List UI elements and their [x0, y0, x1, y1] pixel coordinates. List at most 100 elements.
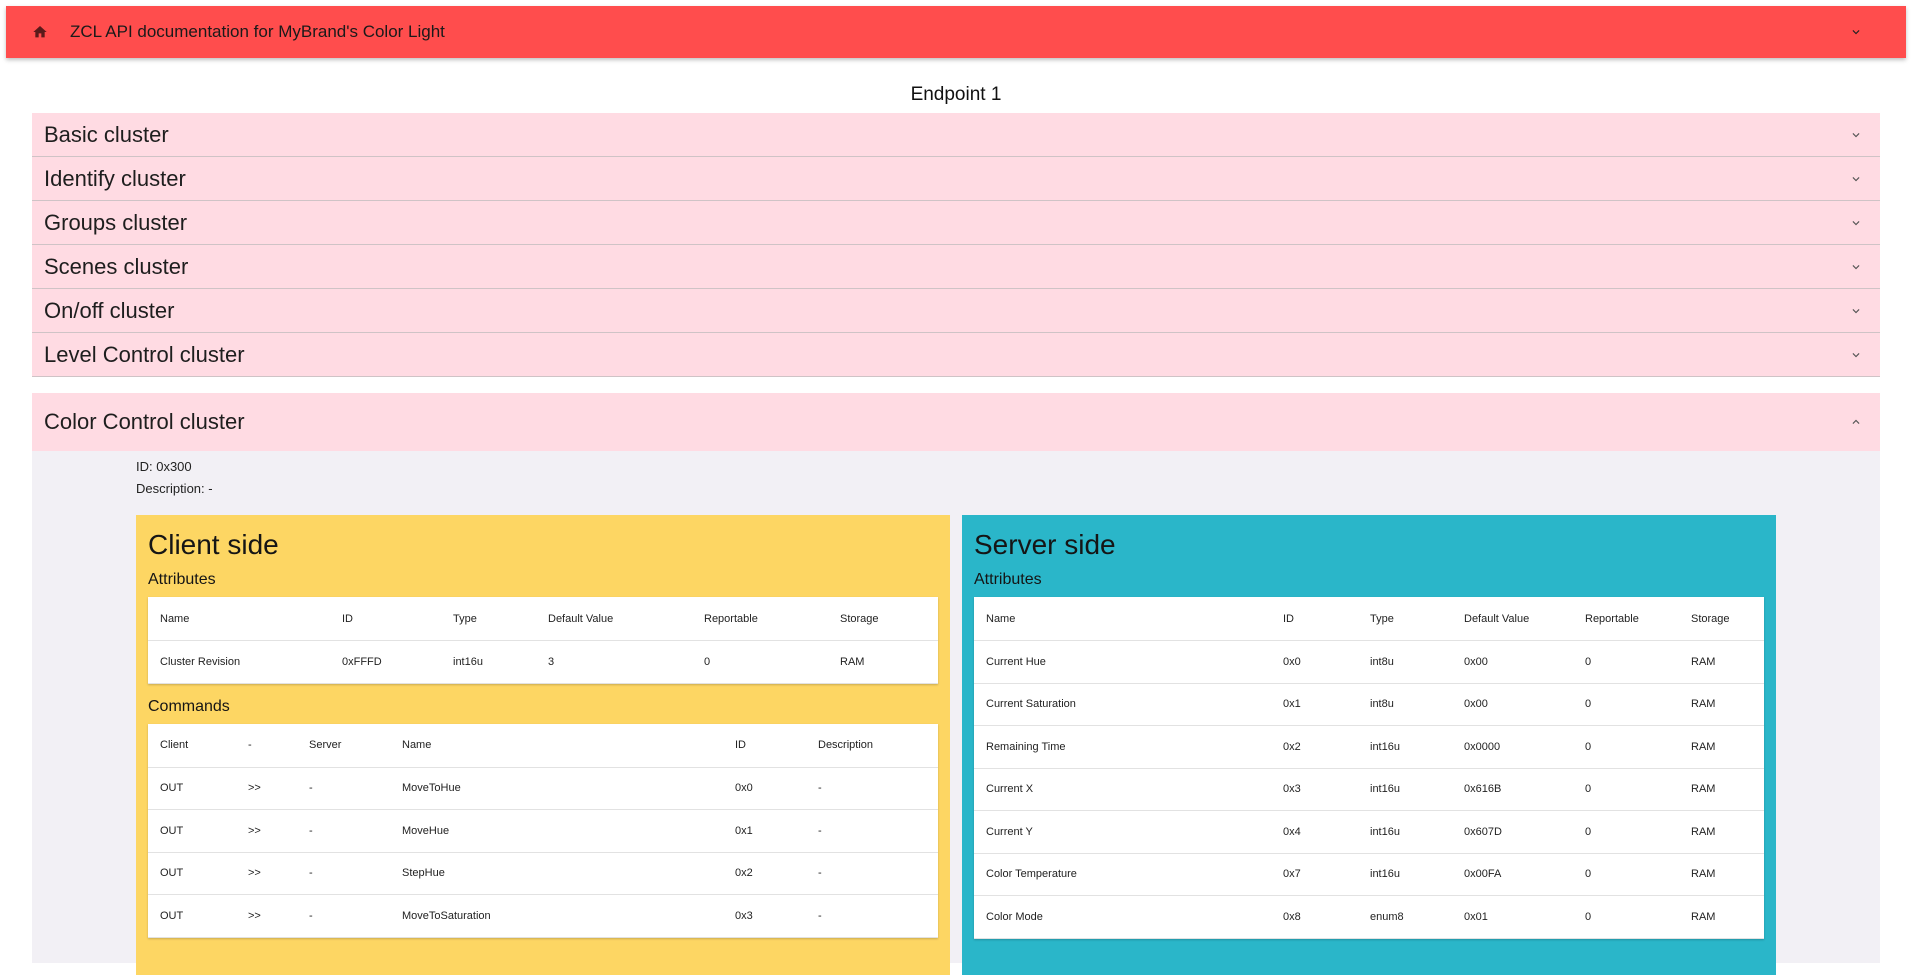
app-bar: ZCL API documentation for MyBrand's Colo… [6, 6, 1906, 58]
cluster-id: ID: 0x300 [136, 459, 192, 474]
chevron-up-icon [1846, 412, 1866, 432]
cell-storage: RAM [1691, 740, 1716, 753]
cell-storage: RAM [1691, 910, 1716, 923]
server-attributes-table: Name ID Type Default Value Reportable St… [974, 597, 1764, 939]
column-header: Server [309, 739, 342, 751]
cell-id: 0xFFFD [342, 655, 382, 668]
cell-type: int16u [1370, 783, 1400, 796]
cell-name: Color Mode [986, 910, 1043, 923]
server-side-card: Server side Attributes Name ID Type Defa… [962, 515, 1776, 975]
cell-default: 0x01 [1464, 910, 1488, 923]
home-icon[interactable] [28, 20, 52, 44]
cell-default: 0x616B [1464, 783, 1502, 796]
chevron-down-icon [1846, 213, 1866, 233]
cluster-identify[interactable]: Identify cluster [32, 157, 1880, 201]
cell-storage: RAM [1691, 825, 1716, 838]
column-header: Storage [1691, 612, 1730, 625]
table-row: OUT >> - MoveToHue 0x0 - [148, 768, 938, 810]
chevron-down-icon [1846, 345, 1866, 365]
client-commands-label: Commands [148, 697, 230, 715]
cell-reportable: 0 [704, 655, 711, 668]
cluster-level-control[interactable]: Level Control cluster [32, 333, 1880, 377]
table-row: Current Saturation 0x1 int8u 0x00 0 RAM [974, 684, 1764, 726]
cell-storage: RAM [1691, 655, 1716, 668]
cell-client: OUT [160, 782, 184, 795]
column-header: Storage [840, 612, 879, 625]
cell-type: int16u [1370, 868, 1400, 881]
column-header: Client [160, 739, 189, 751]
cluster-color-control[interactable]: Color Control cluster [32, 393, 1880, 451]
table-row: Current X 0x3 int16u 0x616B 0 RAM [974, 769, 1764, 811]
cell-name: MoveToHue [402, 782, 461, 795]
cell-type: int16u [453, 655, 483, 668]
column-header: Reportable [704, 612, 758, 625]
cell-reportable: 0 [1585, 783, 1592, 796]
cell-description: - [818, 824, 822, 837]
cell-reportable: 0 [1585, 825, 1592, 838]
cluster-basic[interactable]: Basic cluster [32, 113, 1880, 157]
cell-id: 0x7 [1283, 868, 1301, 881]
cell-description: - [818, 909, 822, 922]
cell-id: 0x3 [735, 909, 753, 922]
server-side-title: Server side [974, 529, 1116, 560]
cluster-scenes[interactable]: Scenes cluster [32, 245, 1880, 289]
table-header-row: Client - Server Name ID Description [148, 724, 938, 768]
table-header-row: Name ID Type Default Value Reportable St… [148, 597, 938, 641]
cell-name: MoveToSaturation [402, 909, 491, 922]
cell-reportable: 0 [1585, 655, 1592, 668]
cell-direction: >> [248, 909, 261, 922]
cell-description: - [818, 782, 822, 795]
chevron-down-icon [1846, 169, 1866, 189]
cell-server: - [309, 909, 313, 922]
table-header-row: Name ID Type Default Value Reportable St… [974, 597, 1764, 641]
cell-id: 0x1 [735, 824, 753, 837]
chevron-down-icon[interactable] [1846, 22, 1866, 42]
cluster-color-control-panel: Color Control cluster ID: 0x300 Descript… [32, 393, 1880, 975]
cell-id: 0x1 [1283, 698, 1301, 711]
column-header: Name [986, 612, 1016, 625]
cluster-groups[interactable]: Groups cluster [32, 201, 1880, 245]
cell-default: 0x00 [1464, 655, 1488, 668]
cell-name: Current Hue [986, 655, 1046, 668]
cluster-name: Scenes cluster [44, 253, 189, 279]
cell-name: Cluster Revision [160, 655, 241, 668]
column-header: ID [735, 739, 746, 751]
table-row: OUT >> - MoveHue 0x1 - [148, 810, 938, 853]
cell-name: Current Saturation [986, 698, 1076, 711]
chevron-down-icon [1846, 125, 1866, 145]
table-row: OUT >> - StepHue 0x2 - [148, 853, 938, 895]
cell-storage: RAM [840, 655, 865, 668]
cluster-name: On/off cluster [44, 297, 175, 323]
cell-name: Current Y [986, 825, 1033, 838]
column-header: Type [1370, 612, 1394, 625]
cell-reportable: 0 [1585, 698, 1592, 711]
table-row: OUT >> - MoveToSaturation 0x3 - [148, 895, 938, 938]
table-row: Remaining Time 0x2 int16u 0x0000 0 RAM [974, 726, 1764, 769]
client-side-title: Client side [148, 529, 279, 560]
cluster-name: Color Control cluster [44, 409, 245, 434]
cell-type: int16u [1370, 825, 1400, 838]
cell-id: 0x0 [1283, 655, 1301, 668]
client-attributes-table: Name ID Type Default Value Reportable St… [148, 597, 938, 684]
cell-type: int8u [1370, 655, 1394, 668]
cluster-onoff[interactable]: On/off cluster [32, 289, 1880, 333]
column-header: ID [342, 612, 353, 625]
cell-server: - [309, 782, 313, 795]
cluster-name: Basic cluster [44, 121, 169, 147]
column-header: Type [453, 612, 477, 625]
cell-default: 0x607D [1464, 825, 1502, 838]
cell-reportable: 0 [1585, 868, 1592, 881]
cell-storage: RAM [1691, 783, 1716, 796]
app-title: ZCL API documentation for MyBrand's Colo… [70, 22, 445, 41]
column-header: Description [818, 739, 874, 751]
table-row: Current Hue 0x0 int8u 0x00 0 RAM [974, 641, 1764, 684]
cell-type: int16u [1370, 740, 1400, 753]
cell-storage: RAM [1691, 698, 1716, 711]
chevron-down-icon [1846, 301, 1866, 321]
column-header: - [248, 739, 252, 751]
cell-description: - [818, 867, 822, 880]
cell-name: Color Temperature [986, 868, 1077, 881]
cell-reportable: 0 [1585, 740, 1592, 753]
cell-default: 0x00FA [1464, 868, 1502, 881]
cell-direction: >> [248, 867, 261, 880]
